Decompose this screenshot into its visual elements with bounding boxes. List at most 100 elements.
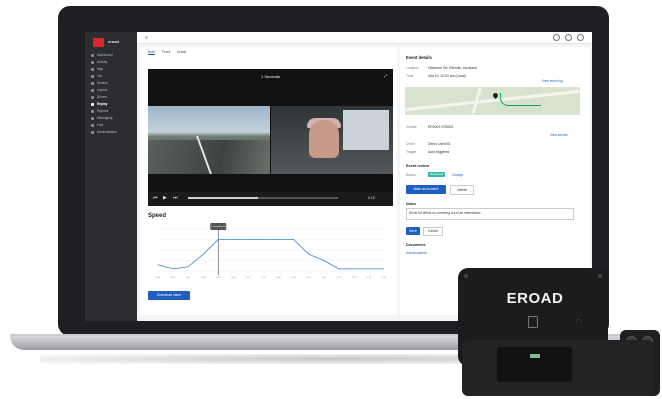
x-tick-label: 0:05 bbox=[231, 277, 236, 279]
player-controls: ⏮ ▶ ⏭ 0:15 bbox=[148, 192, 393, 206]
front-camera-view bbox=[148, 106, 270, 174]
sidebar-item-dashboard[interactable]: Dashboard bbox=[91, 53, 113, 57]
trigger-label: Trigger bbox=[406, 150, 417, 154]
driver-camera-view bbox=[271, 106, 393, 174]
sidebar-item-administration[interactable]: Administration bbox=[91, 130, 117, 134]
sidebar-item-label: Dashboard bbox=[97, 53, 113, 57]
tax-icon bbox=[91, 74, 94, 78]
x-tick-label: 0:12 bbox=[337, 277, 342, 279]
screw-icon bbox=[598, 274, 602, 278]
event-review-heading: Event review bbox=[406, 164, 430, 168]
user-icon[interactable] bbox=[577, 34, 584, 41]
delete-button[interactable]: Delete bbox=[450, 185, 474, 195]
speed-point bbox=[383, 268, 385, 270]
speed-point bbox=[187, 266, 189, 268]
sidebar-item-map[interactable]: Map bbox=[91, 67, 103, 71]
driver-value: Demo User001 bbox=[428, 142, 451, 146]
x-tick-label: 0:04 bbox=[216, 277, 221, 279]
card-slot-icon bbox=[528, 316, 538, 328]
tab-driver[interactable]: Driver bbox=[177, 50, 187, 54]
x-tick-label: 0:10 bbox=[307, 277, 312, 279]
sidebar-item-label: Service bbox=[97, 81, 108, 85]
seek-progress bbox=[188, 197, 258, 199]
sidebar-item-label: Tax bbox=[97, 74, 102, 78]
x-tick-label: 0:15 bbox=[382, 277, 387, 279]
sidebar-item-tax[interactable]: Tax bbox=[91, 74, 102, 78]
speed-point bbox=[353, 268, 355, 270]
sidebar-item-fuel[interactable]: Fuel bbox=[91, 123, 103, 127]
sidebar-item-label: Replay bbox=[97, 102, 108, 106]
sidebar-item-activity[interactable]: Activity bbox=[91, 60, 107, 64]
settings-icon[interactable] bbox=[565, 34, 572, 41]
sidebar-item-reports[interactable]: Reports bbox=[91, 109, 108, 113]
sidebar-item-messaging[interactable]: Messaging bbox=[91, 116, 112, 120]
tab-both[interactable]: Both bbox=[148, 50, 156, 55]
wifi-icon: ◠ bbox=[576, 319, 582, 325]
x-tick-label: 0:09 bbox=[291, 277, 296, 279]
video-title: 1 Seconds bbox=[261, 74, 280, 79]
sidebar-item-replay[interactable]: Replay bbox=[91, 102, 107, 106]
x-tick-label: 0:07 bbox=[261, 277, 266, 279]
speed-point bbox=[172, 268, 174, 270]
reports-icon bbox=[91, 109, 94, 113]
x-tick-label: 0:03 bbox=[201, 277, 206, 279]
sidebar-item-inspect[interactable]: Inspect bbox=[91, 88, 107, 92]
download-video-button[interactable]: Download video bbox=[148, 291, 190, 300]
administration-icon bbox=[91, 130, 94, 134]
speed-point bbox=[293, 239, 294, 240]
change-status-link[interactable]: Change bbox=[452, 173, 463, 177]
speed-point bbox=[217, 239, 219, 240]
expand-icon[interactable]: ⤢ bbox=[384, 73, 387, 78]
sidebar-item-label: Fuel bbox=[97, 123, 104, 127]
cancel-button[interactable]: Cancel bbox=[423, 227, 443, 236]
speed-point bbox=[248, 239, 249, 240]
add-document-link[interactable]: Add document bbox=[406, 251, 427, 255]
drivers-icon bbox=[91, 95, 94, 99]
location-label: Location bbox=[406, 66, 419, 70]
seek-bar[interactable] bbox=[188, 197, 338, 199]
x-tick-label: 0:06 bbox=[246, 277, 251, 279]
x-tick-label: 0:14 bbox=[367, 277, 372, 279]
speed-point bbox=[157, 264, 159, 266]
vehicle-value: ER0001 ER0001 bbox=[428, 125, 454, 129]
sidebar-item-drivers[interactable]: Drivers bbox=[91, 95, 107, 99]
speed-point bbox=[338, 268, 340, 270]
status-label: Status bbox=[406, 173, 416, 177]
sidebar-item-label: Inspect bbox=[97, 88, 108, 92]
x-tick-label: 0:01 bbox=[171, 277, 176, 279]
menu-icon[interactable]: ≡ bbox=[145, 35, 148, 41]
sidebar-item-service[interactable]: Service bbox=[91, 81, 108, 85]
fuel-icon bbox=[91, 123, 94, 127]
dashboard-icon bbox=[91, 53, 94, 57]
top-bar: ≡ bbox=[137, 32, 592, 44]
help-icon[interactable] bbox=[553, 34, 560, 41]
driver-label: Driver bbox=[406, 142, 416, 146]
event-details-heading: Event details bbox=[406, 55, 432, 60]
play-icon[interactable]: ▶ bbox=[163, 195, 167, 201]
view-event-log-link[interactable]: View event log bbox=[542, 79, 563, 83]
view-service-link[interactable]: View service bbox=[550, 133, 568, 137]
video-player[interactable]: 1 Seconds ⤢ ⏮ ▶ ⏭ 0:15 bbox=[148, 69, 393, 206]
save-button[interactable]: Save bbox=[406, 227, 420, 235]
mark-as-incident-button[interactable]: Mark as incident bbox=[406, 185, 446, 194]
status-led bbox=[530, 354, 540, 358]
location-value: Hillsmere Rd, Ellerslie, Auckland bbox=[428, 66, 477, 70]
notes-label: Notes bbox=[406, 202, 416, 206]
tab-front[interactable]: Front bbox=[162, 50, 170, 54]
rewind-icon[interactable]: ⏮ bbox=[153, 195, 158, 201]
inspect-icon bbox=[91, 88, 94, 92]
x-tick-label: 0:08 bbox=[276, 277, 281, 279]
sidebar-item-label: Activity bbox=[97, 60, 108, 64]
forward-icon[interactable]: ⏭ bbox=[173, 195, 178, 201]
vehicle-label: Vehicle bbox=[406, 125, 417, 129]
time-label: Time bbox=[406, 74, 414, 78]
speed-point bbox=[368, 268, 370, 270]
service-icon bbox=[91, 81, 94, 85]
event-map[interactable] bbox=[405, 87, 580, 115]
speed-series-line bbox=[157, 239, 384, 270]
speed-point bbox=[232, 239, 234, 240]
time-value: Mar 10, 10:00 am (Local) bbox=[428, 74, 466, 78]
notes-textarea[interactable]: Driver hit debris on cornering out of an… bbox=[406, 208, 574, 220]
activity-icon bbox=[91, 60, 94, 64]
cabin-window bbox=[343, 110, 389, 150]
